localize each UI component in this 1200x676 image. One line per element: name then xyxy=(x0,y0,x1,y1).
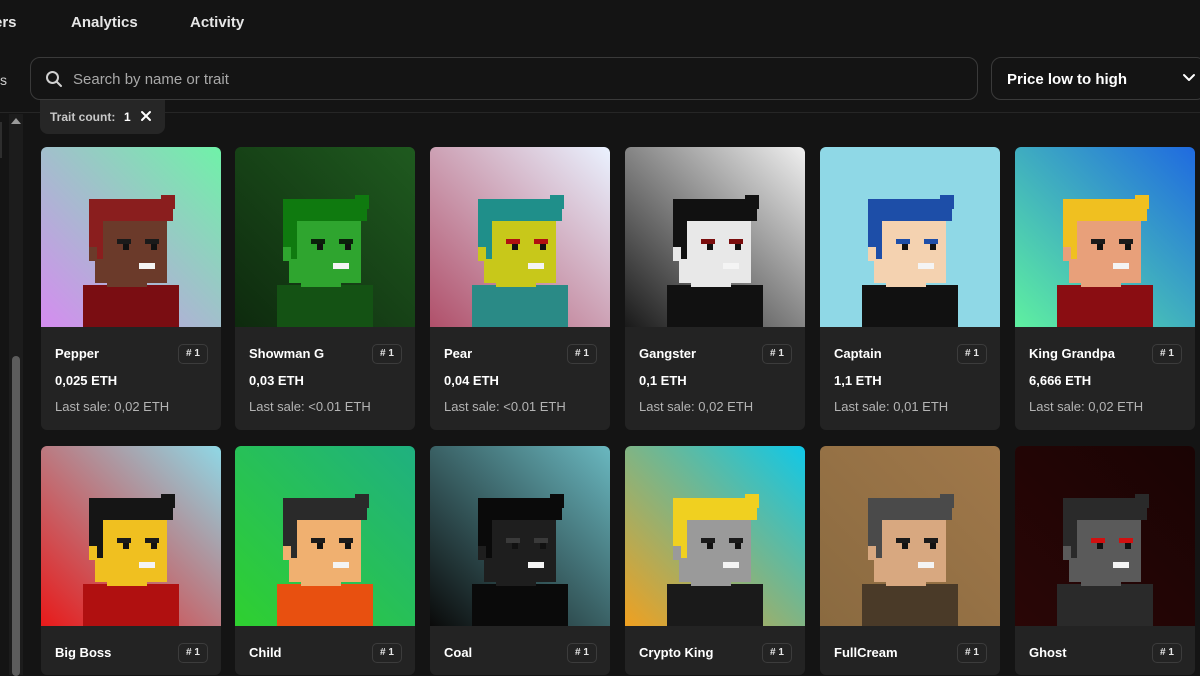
rank-badge: # 1 xyxy=(957,344,987,364)
scrollbar[interactable] xyxy=(9,114,23,676)
nft-image xyxy=(430,446,610,626)
nft-card[interactable]: King Grandpa # 1 6,666 ETH Last sale: 0,… xyxy=(1015,147,1195,430)
search-icon xyxy=(46,71,62,87)
rank-badge: # 1 xyxy=(567,344,597,364)
last-sale: Last sale: 0,02 ETH xyxy=(55,399,170,414)
scrollbar-thumb[interactable] xyxy=(12,356,20,676)
nft-card[interactable]: Pepper # 1 0,025 ETH Last sale: 0,02 ETH xyxy=(41,147,221,430)
nft-name: Showman G xyxy=(249,346,325,361)
tab-activity[interactable]: Activity xyxy=(190,14,244,31)
nft-price: 0,03 ETH xyxy=(249,373,304,388)
chevron-down-icon xyxy=(1183,74,1195,81)
nft-price: 0,025 ETH xyxy=(55,373,118,388)
nft-name: Ghost xyxy=(1029,645,1067,660)
pixel-avatar-icon xyxy=(820,446,1000,626)
tab-offers[interactable]: ers xyxy=(0,14,17,31)
pixel-avatar-icon xyxy=(1015,446,1195,626)
nft-name: Coal xyxy=(444,645,473,660)
nft-name: King Grandpa xyxy=(1029,346,1115,361)
scroll-up-arrow-icon[interactable] xyxy=(11,118,21,124)
pixel-avatar-icon xyxy=(235,147,415,327)
rank-badge: # 1 xyxy=(372,344,402,364)
last-sale: Last sale: 0,01 ETH xyxy=(834,399,949,414)
nft-image xyxy=(625,147,805,327)
nft-price: 0,04 ETH xyxy=(444,373,499,388)
nft-name: FullCream xyxy=(834,645,898,660)
nft-card[interactable]: Pear # 1 0,04 ETH Last sale: <0.01 ETH xyxy=(430,147,610,430)
nft-image xyxy=(1015,147,1195,327)
nft-name: Child xyxy=(249,645,282,660)
pixel-avatar-icon xyxy=(820,147,1000,327)
rank-badge: # 1 xyxy=(567,643,597,663)
nft-price: 0,1 ETH xyxy=(639,373,687,388)
nft-card[interactable]: Ghost # 1 xyxy=(1015,446,1195,675)
nft-image xyxy=(1015,446,1195,626)
last-sale: Last sale: <0.01 ETH xyxy=(249,399,371,414)
nft-card[interactable]: Showman G # 1 0,03 ETH Last sale: <0.01 … xyxy=(235,147,415,430)
nft-name: Pear xyxy=(444,346,473,361)
last-sale: Last sale: 0,02 ETH xyxy=(1029,399,1144,414)
nft-image xyxy=(41,147,221,327)
nft-image xyxy=(820,147,1000,327)
top-nav: ers Analytics Activity xyxy=(0,0,1200,48)
nft-image xyxy=(235,147,415,327)
sidebar-edge xyxy=(0,122,2,158)
nft-name: Gangster xyxy=(639,346,697,361)
nft-image xyxy=(625,446,805,626)
sidebar-label-fragment: s xyxy=(0,72,7,88)
pixel-avatar-icon xyxy=(430,446,610,626)
search-input[interactable] xyxy=(71,58,955,101)
nft-card[interactable]: Crypto King # 1 xyxy=(625,446,805,675)
rank-badge: # 1 xyxy=(762,344,792,364)
nft-name: Crypto King xyxy=(639,645,714,660)
nft-image xyxy=(41,446,221,626)
nft-name: Big Boss xyxy=(55,645,112,660)
header-divider xyxy=(0,112,1200,113)
tab-analytics[interactable]: Analytics xyxy=(71,14,138,31)
pixel-avatar-icon xyxy=(41,147,221,327)
nft-card[interactable]: Big Boss # 1 xyxy=(41,446,221,675)
search-box[interactable] xyxy=(30,57,978,101)
pixel-avatar-icon xyxy=(625,446,805,626)
nft-image xyxy=(235,446,415,626)
filter-chip-value: 1 xyxy=(124,110,131,124)
pixel-avatar-icon xyxy=(1015,147,1195,327)
nft-name: Captain xyxy=(834,346,882,361)
filter-chip: Trait count: 1 xyxy=(40,100,165,134)
nft-card[interactable]: Gangster # 1 0,1 ETH Last sale: 0,02 ETH xyxy=(625,147,805,430)
nft-card[interactable]: Coal # 1 xyxy=(430,446,610,675)
nft-card[interactable]: Child # 1 xyxy=(235,446,415,675)
nft-price: 1,1 ETH xyxy=(834,373,882,388)
pixel-avatar-icon xyxy=(430,147,610,327)
filter-chip-label: Trait count: xyxy=(50,110,116,124)
pixel-avatar-icon xyxy=(41,446,221,626)
rank-badge: # 1 xyxy=(178,344,208,364)
last-sale: Last sale: 0,02 ETH xyxy=(639,399,754,414)
sort-dropdown[interactable]: Price low to high xyxy=(991,57,1200,100)
pixel-avatar-icon xyxy=(235,446,415,626)
pixel-avatar-icon xyxy=(625,147,805,327)
rank-badge: # 1 xyxy=(762,643,792,663)
rank-badge: # 1 xyxy=(1152,344,1182,364)
nft-image xyxy=(820,446,1000,626)
nft-name: Pepper xyxy=(55,346,100,361)
nft-card[interactable]: FullCream # 1 xyxy=(820,446,1000,675)
rank-badge: # 1 xyxy=(1152,643,1182,663)
rank-badge: # 1 xyxy=(178,643,208,663)
nft-price: 6,666 ETH xyxy=(1029,373,1092,388)
nft-image xyxy=(430,147,610,327)
nft-card[interactable]: Captain # 1 1,1 ETH Last sale: 0,01 ETH xyxy=(820,147,1000,430)
rank-badge: # 1 xyxy=(372,643,402,663)
rank-badge: # 1 xyxy=(957,643,987,663)
last-sale: Last sale: <0.01 ETH xyxy=(444,399,566,414)
close-icon[interactable] xyxy=(139,109,153,123)
sort-label: Price low to high xyxy=(1007,71,1128,88)
